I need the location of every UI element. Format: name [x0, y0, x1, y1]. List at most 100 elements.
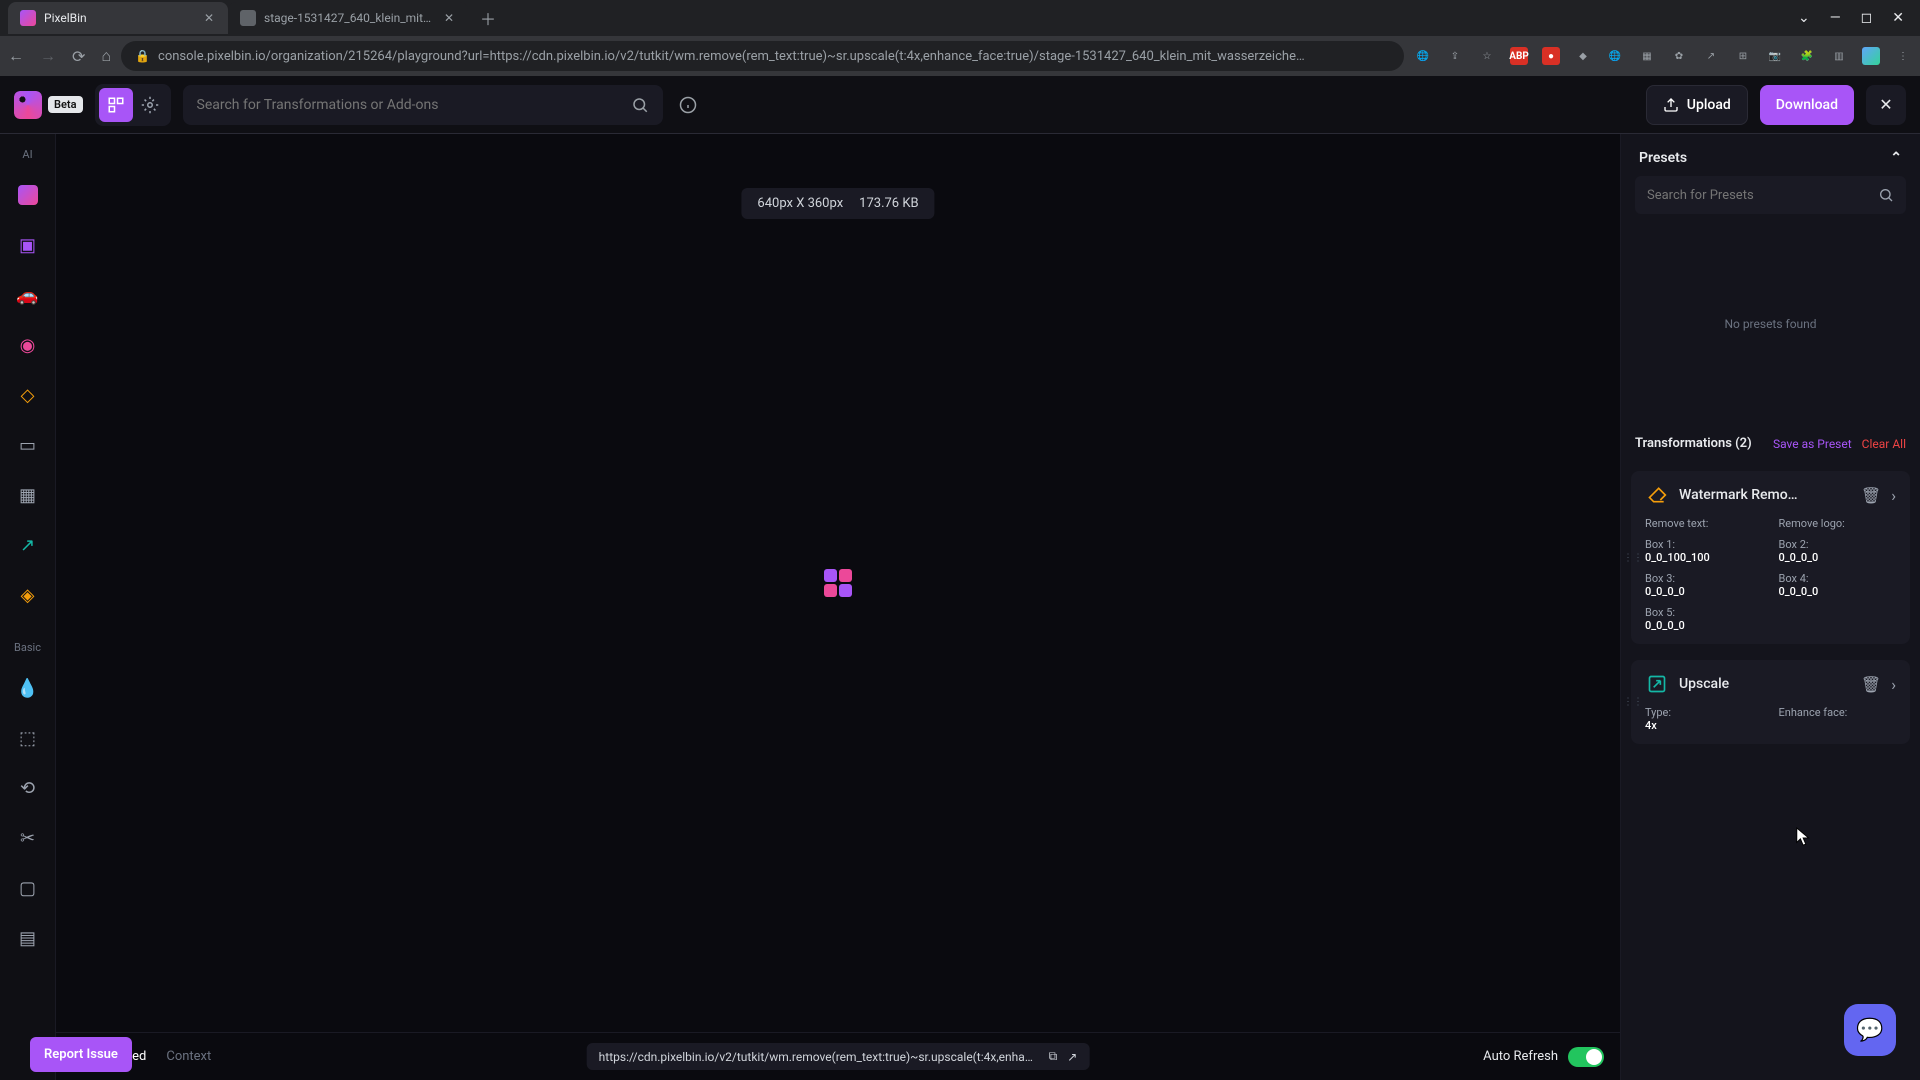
- back-icon[interactable]: ←: [8, 46, 24, 66]
- ext-icon-4[interactable]: ▦: [1638, 47, 1656, 65]
- mode-playground[interactable]: [99, 88, 133, 122]
- presets-title: Presets: [1639, 150, 1687, 166]
- drag-handle-icon[interactable]: ⋮⋮: [1623, 697, 1643, 708]
- extension-icons: 🌐 ⇪ ☆ ABP ● ◆ 🌐 ▦ ✿ ↗ ⊞ 📷 🧩 ▥ ⋮: [1414, 47, 1912, 65]
- eraser-icon: [1645, 483, 1669, 507]
- sidebar-tool-9[interactable]: ◈: [12, 579, 44, 611]
- save-preset-link[interactable]: Save as Preset: [1773, 437, 1852, 451]
- chevron-right-icon[interactable]: ›: [1891, 675, 1896, 694]
- upload-button[interactable]: Upload: [1646, 85, 1748, 125]
- menu-icon[interactable]: ⋮: [1894, 47, 1912, 65]
- tab-context[interactable]: Context: [166, 1049, 211, 1064]
- chat-button[interactable]: 💬: [1844, 1004, 1896, 1056]
- sidebar-tool-1[interactable]: [12, 179, 44, 211]
- copy-icon[interactable]: ⧉: [1049, 1049, 1058, 1064]
- sidebar-basic-2[interactable]: ⬚: [12, 722, 44, 754]
- address-bar: ← → ⟳ ⌂ 🔒 console.pixelbin.io/organizati…: [0, 36, 1920, 76]
- download-button[interactable]: Download: [1760, 85, 1854, 125]
- image-dimensions: 640px X 360px: [757, 196, 843, 211]
- sidebar-tool-4[interactable]: ◉: [12, 329, 44, 361]
- preset-search-input[interactable]: [1647, 188, 1878, 203]
- panel-icon[interactable]: ▥: [1830, 47, 1848, 65]
- chevron-up-icon[interactable]: ⌃: [1890, 150, 1902, 166]
- sidebar-basic-6[interactable]: ▤: [12, 922, 44, 954]
- upload-label: Upload: [1687, 97, 1731, 113]
- browser-tab[interactable]: stage-1531427_640_klein_mit_w… ✕: [228, 2, 468, 34]
- sidebar-tool-7[interactable]: ▦: [12, 479, 44, 511]
- clear-all-link[interactable]: Clear All: [1862, 437, 1906, 451]
- url-box[interactable]: 🔒 console.pixelbin.io/organization/21526…: [121, 41, 1404, 71]
- browser-tab-active[interactable]: PixelBin ✕: [8, 2, 228, 34]
- chevron-down-icon[interactable]: ⌄: [1798, 10, 1810, 26]
- share-icon[interactable]: ⇪: [1446, 47, 1464, 65]
- reload-icon[interactable]: ⟳: [72, 47, 85, 66]
- report-issue-button[interactable]: Report Issue: [30, 1037, 132, 1072]
- star-icon[interactable]: ☆: [1478, 47, 1496, 65]
- transform-search[interactable]: [183, 85, 663, 125]
- search-input[interactable]: [197, 97, 621, 113]
- logo-wrap: Beta: [14, 91, 83, 119]
- sidebar-tool-6[interactable]: ▭: [12, 429, 44, 461]
- loading-icon: [824, 569, 852, 597]
- app-logo: [14, 91, 42, 119]
- delete-icon[interactable]: 🗑: [1861, 486, 1881, 505]
- auto-refresh-label: Auto Refresh: [1483, 1049, 1558, 1064]
- sidebar-basic-3[interactable]: ⟲: [12, 772, 44, 804]
- presets-empty: No presets found: [1621, 224, 1920, 424]
- sidebar-tool-8[interactable]: ↗: [12, 529, 44, 561]
- open-icon[interactable]: ↗: [1067, 1050, 1077, 1064]
- chevron-right-icon[interactable]: ›: [1891, 486, 1896, 505]
- sidebar-tool-5[interactable]: ◇: [12, 379, 44, 411]
- close-panel-button[interactable]: ✕: [1866, 85, 1906, 125]
- ext-icon-6[interactable]: ↗: [1702, 47, 1720, 65]
- new-tab-button[interactable]: ＋: [474, 4, 502, 32]
- upscale-icon: [1645, 672, 1669, 696]
- close-icon[interactable]: ✕: [442, 11, 456, 25]
- close-icon[interactable]: ✕: [202, 11, 216, 25]
- drag-handle-icon[interactable]: ⋮⋮: [1623, 552, 1643, 563]
- sidebar-basic-label: Basic: [14, 641, 41, 654]
- puzzle-icon[interactable]: 🧩: [1798, 47, 1816, 65]
- tab-title: stage-1531427_640_klein_mit_w…: [264, 11, 434, 25]
- search-icon[interactable]: [1878, 187, 1894, 203]
- left-sidebar: AI ▣ 🚗 ◉ ◇ ▭ ▦ ↗ ◈ Basic 💧 ⬚ ⟲ ✂ ▢ ▤: [0, 134, 56, 1080]
- search-icon[interactable]: [631, 96, 649, 114]
- transform-card-upscale: ⋮⋮ Upscale 🗑 › Type:4x Enhance face:: [1631, 660, 1910, 744]
- camera-icon[interactable]: 📷: [1766, 47, 1784, 65]
- avatar[interactable]: [1862, 47, 1880, 65]
- sidebar-ai-label: AI: [22, 148, 32, 161]
- translate-icon[interactable]: 🌐: [1414, 47, 1432, 65]
- nav-icons: ← → ⟳ ⌂: [8, 46, 111, 66]
- preset-search[interactable]: [1635, 176, 1906, 214]
- sidebar-tool-2[interactable]: ▣: [12, 229, 44, 261]
- home-icon[interactable]: ⌂: [101, 46, 111, 66]
- window-controls: ⌄ — ◻ ✕: [1798, 10, 1912, 26]
- delete-icon[interactable]: 🗑: [1861, 675, 1881, 694]
- transforms-title: Transformations (2): [1635, 436, 1763, 451]
- ext-icon-2[interactable]: ●: [1542, 47, 1560, 65]
- close-icon[interactable]: ✕: [1892, 10, 1904, 26]
- card-header: Watermark Remo… 🗑 ›: [1645, 483, 1896, 507]
- sidebar-basic-4[interactable]: ✂: [12, 822, 44, 854]
- globe-icon[interactable]: 🌐: [1606, 47, 1624, 65]
- tab-title: PixelBin: [44, 11, 194, 25]
- ext-icon-5[interactable]: ✿: [1670, 47, 1688, 65]
- mode-settings[interactable]: [133, 88, 167, 122]
- download-label: Download: [1776, 97, 1838, 113]
- auto-refresh: Auto Refresh: [1483, 1047, 1604, 1067]
- maximize-icon[interactable]: ◻: [1861, 10, 1873, 26]
- url-display: https://cdn.pixelbin.io/v2/tutkit/wm.rem…: [587, 1043, 1090, 1070]
- forward-icon[interactable]: →: [40, 46, 56, 66]
- ext-icon-3[interactable]: ◆: [1574, 47, 1592, 65]
- sidebar-tool-3[interactable]: 🚗: [12, 279, 44, 311]
- abp-icon[interactable]: ABP: [1510, 47, 1528, 65]
- auto-refresh-toggle[interactable]: [1568, 1047, 1604, 1067]
- sidebar-basic-5[interactable]: ▢: [12, 872, 44, 904]
- info-icon[interactable]: [679, 96, 697, 114]
- sidebar-basic-1[interactable]: 💧: [12, 672, 44, 704]
- minimize-icon[interactable]: —: [1830, 10, 1841, 26]
- image-info: 640px X 360px 173.76 KB: [741, 188, 934, 219]
- canvas-footer: Transformed Context https://cdn.pixelbin…: [56, 1032, 1620, 1080]
- canvas-center: [56, 134, 1620, 1032]
- ext-icon-7[interactable]: ⊞: [1734, 47, 1752, 65]
